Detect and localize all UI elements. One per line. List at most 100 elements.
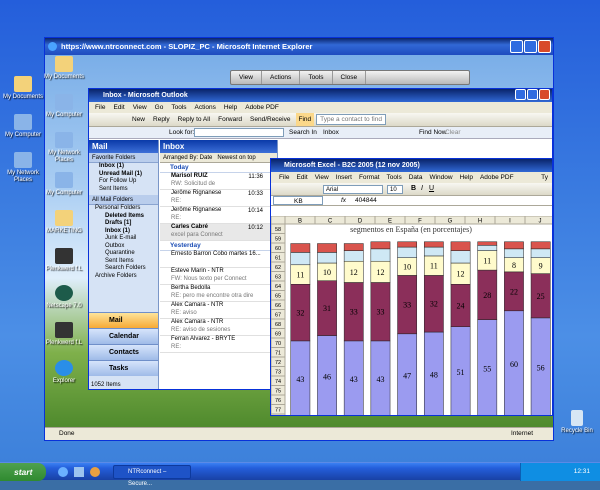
- group-today[interactable]: Today: [160, 163, 277, 173]
- inner-icon-netscape[interactable]: Netscape 7.0: [44, 285, 84, 310]
- folder-archive[interactable]: Archive Folders: [89, 273, 158, 281]
- underline-button[interactable]: U: [429, 185, 434, 192]
- close-button[interactable]: [538, 40, 551, 53]
- taskbar-item-ntrconnect[interactable]: NTRconnect – Secure...: [113, 465, 191, 487]
- folder-junk[interactable]: Junk E-mail: [89, 235, 158, 243]
- folder-personal[interactable]: Personal Folders: [89, 205, 158, 213]
- font-dropdown[interactable]: Arial: [323, 185, 383, 194]
- inner-icon-computer-2[interactable]: My Computer: [44, 172, 84, 197]
- minimize-button[interactable]: [515, 89, 526, 100]
- inner-icon-marketing[interactable]: MARKETING: [44, 210, 84, 235]
- font-size-dropdown[interactable]: 10: [387, 185, 403, 194]
- message-item[interactable]: Alex Camara - NTR RE: aviso: [160, 302, 277, 319]
- close-session-button[interactable]: Close: [333, 71, 367, 84]
- message-item[interactable]: Jerôme Rignanese 10:33 RE:: [160, 190, 277, 207]
- outlook-title-bar[interactable]: Inbox - Microsoft Outlook: [89, 89, 552, 102]
- new-button[interactable]: New: [129, 113, 148, 126]
- message-item[interactable]: Jerôme Rignanese 10:14 RE:: [160, 207, 277, 224]
- xl-menu-insert[interactable]: Insert: [336, 172, 352, 183]
- menu-help[interactable]: Help: [224, 102, 237, 113]
- folder-quarantine[interactable]: Quarantine: [89, 250, 158, 258]
- xl-menu-help[interactable]: Help: [460, 172, 473, 183]
- folder-outbox[interactable]: Outbox: [89, 243, 158, 251]
- menu-file[interactable]: File: [95, 102, 105, 113]
- name-box[interactable]: KB: [273, 196, 323, 205]
- actions-menu-button[interactable]: Actions: [262, 71, 301, 84]
- inner-icon-network[interactable]: My Network Places: [44, 132, 84, 164]
- menu-go[interactable]: Go: [155, 102, 164, 113]
- fav-follow-up[interactable]: For Follow Up: [89, 178, 158, 186]
- folder-inbox[interactable]: Inbox (1): [89, 228, 158, 236]
- inner-icon-explorer[interactable]: Explorer: [44, 360, 84, 385]
- xl-menu-view[interactable]: View: [315, 172, 329, 183]
- folder-drafts[interactable]: Drafts [1]: [89, 220, 158, 228]
- message-item[interactable]: Ernesto Barron Cobo martes 16...: [160, 251, 277, 268]
- maximize-button[interactable]: [524, 40, 537, 53]
- menu-edit[interactable]: Edit: [113, 102, 124, 113]
- start-button[interactable]: start: [0, 463, 46, 481]
- group-yesterday[interactable]: Yesterday: [160, 241, 277, 251]
- search-in-dropdown[interactable]: Search In: [289, 127, 317, 139]
- nav-button-mail[interactable]: Mail: [89, 312, 158, 328]
- inner-icon-app-1[interactable]: Plenkwerd f.L: [44, 248, 84, 273]
- menu-actions[interactable]: Actions: [195, 102, 216, 113]
- message-item[interactable]: Ferran Alvarez - BRYTE RE:: [160, 336, 277, 353]
- menu-view[interactable]: View: [133, 102, 147, 113]
- close-button[interactable]: [539, 89, 550, 100]
- folder-deleted[interactable]: Deleted Items: [89, 213, 158, 221]
- xl-menu-tools[interactable]: Tools: [387, 172, 402, 183]
- desktop-icon-recycle-bin[interactable]: Recycle Bin: [554, 410, 600, 435]
- clock[interactable]: 12:31: [574, 468, 590, 475]
- xl-menu-file[interactable]: File: [279, 172, 289, 183]
- message-item[interactable]: Alex Camara - NTR RE: aviso de sesiones: [160, 319, 277, 336]
- menu-tools[interactable]: Tools: [171, 102, 186, 113]
- contact-search-input[interactable]: Type a contact to find: [316, 114, 386, 125]
- nav-button-tasks[interactable]: Tasks: [89, 360, 158, 376]
- view-menu-button[interactable]: View: [231, 71, 262, 84]
- italic-button[interactable]: I: [421, 185, 423, 192]
- folder-search[interactable]: Search Folders: [89, 265, 158, 273]
- type-question-box[interactable]: Ty: [541, 172, 552, 183]
- find-button[interactable]: Find: [295, 113, 315, 126]
- tools-menu-button[interactable]: Tools: [300, 71, 333, 84]
- formula-input[interactable]: 404844: [355, 196, 377, 206]
- bold-button[interactable]: B: [411, 185, 416, 192]
- message-item[interactable]: Marisol RUIZ 11:36 RW: Solicitud de: [160, 173, 277, 190]
- xl-menu-adobe[interactable]: Adobe PDF: [480, 172, 514, 183]
- reply-button[interactable]: Reply: [150, 113, 173, 126]
- desktop-icon-network[interactable]: My Network Places: [0, 152, 46, 184]
- spreadsheet-grid[interactable]: B C D E F G H I J 58 59 60 61 62 63 64 65 66 67 68 69 70 71 72 7…: [271, 215, 552, 415]
- fav-inbox[interactable]: Inbox (1): [89, 163, 158, 171]
- desktop-icon-my-computer[interactable]: My Computer: [0, 114, 46, 139]
- quick-launch-desktop-icon[interactable]: [74, 467, 84, 477]
- menu-adobe-pdf[interactable]: Adobe PDF: [245, 102, 279, 113]
- xl-menu-window[interactable]: Window: [429, 172, 452, 183]
- look-for-input[interactable]: [194, 128, 284, 137]
- send-receive-button[interactable]: Send/Receive: [247, 113, 293, 126]
- excel-title-bar[interactable]: Microsoft Excel - B2C 2005 (12 nov 2005): [271, 159, 552, 172]
- quick-launch-ie-icon[interactable]: [58, 467, 68, 477]
- reply-all-button[interactable]: Reply to All: [175, 113, 214, 126]
- inner-icon-docs[interactable]: My Documents: [44, 56, 84, 81]
- inner-icon-computer[interactable]: My Computer: [44, 94, 84, 119]
- fav-sent[interactable]: Sent Items: [89, 186, 158, 194]
- xl-menu-edit[interactable]: Edit: [296, 172, 307, 183]
- folder-sent[interactable]: Sent Items: [89, 258, 158, 266]
- message-item[interactable]: Esteve Marin - NTR FW: Nous texto per Con…: [160, 268, 277, 285]
- message-item-selected[interactable]: Carles Cabré 10:12 excel para Connect: [160, 224, 277, 241]
- arrange-bar[interactable]: Arranged By: Date Newest on top: [160, 153, 277, 163]
- xl-menu-data[interactable]: Data: [409, 172, 423, 183]
- xl-menu-format[interactable]: Format: [359, 172, 380, 183]
- find-now-button[interactable]: Find Now: [419, 127, 446, 139]
- message-item[interactable]: Bertha Bedolla RE: pero me encontre otra …: [160, 285, 277, 302]
- nav-button-calendar[interactable]: Calendar: [89, 328, 158, 344]
- quick-launch-media-icon[interactable]: [90, 467, 100, 477]
- desktop-icon-my-documents[interactable]: My Documents: [0, 76, 46, 101]
- nav-button-contacts[interactable]: Contacts: [89, 344, 158, 360]
- ie-title-bar[interactable]: https://www.ntrconnect.com - SLOPIZ_PC -…: [45, 38, 553, 55]
- maximize-button[interactable]: [527, 89, 538, 100]
- inner-icon-app-2[interactable]: Plenkwerd f.L: [44, 322, 84, 347]
- fav-unread[interactable]: Unread Mail (1): [89, 171, 158, 179]
- clear-button[interactable]: Clear: [445, 127, 461, 139]
- minimize-button[interactable]: [510, 40, 523, 53]
